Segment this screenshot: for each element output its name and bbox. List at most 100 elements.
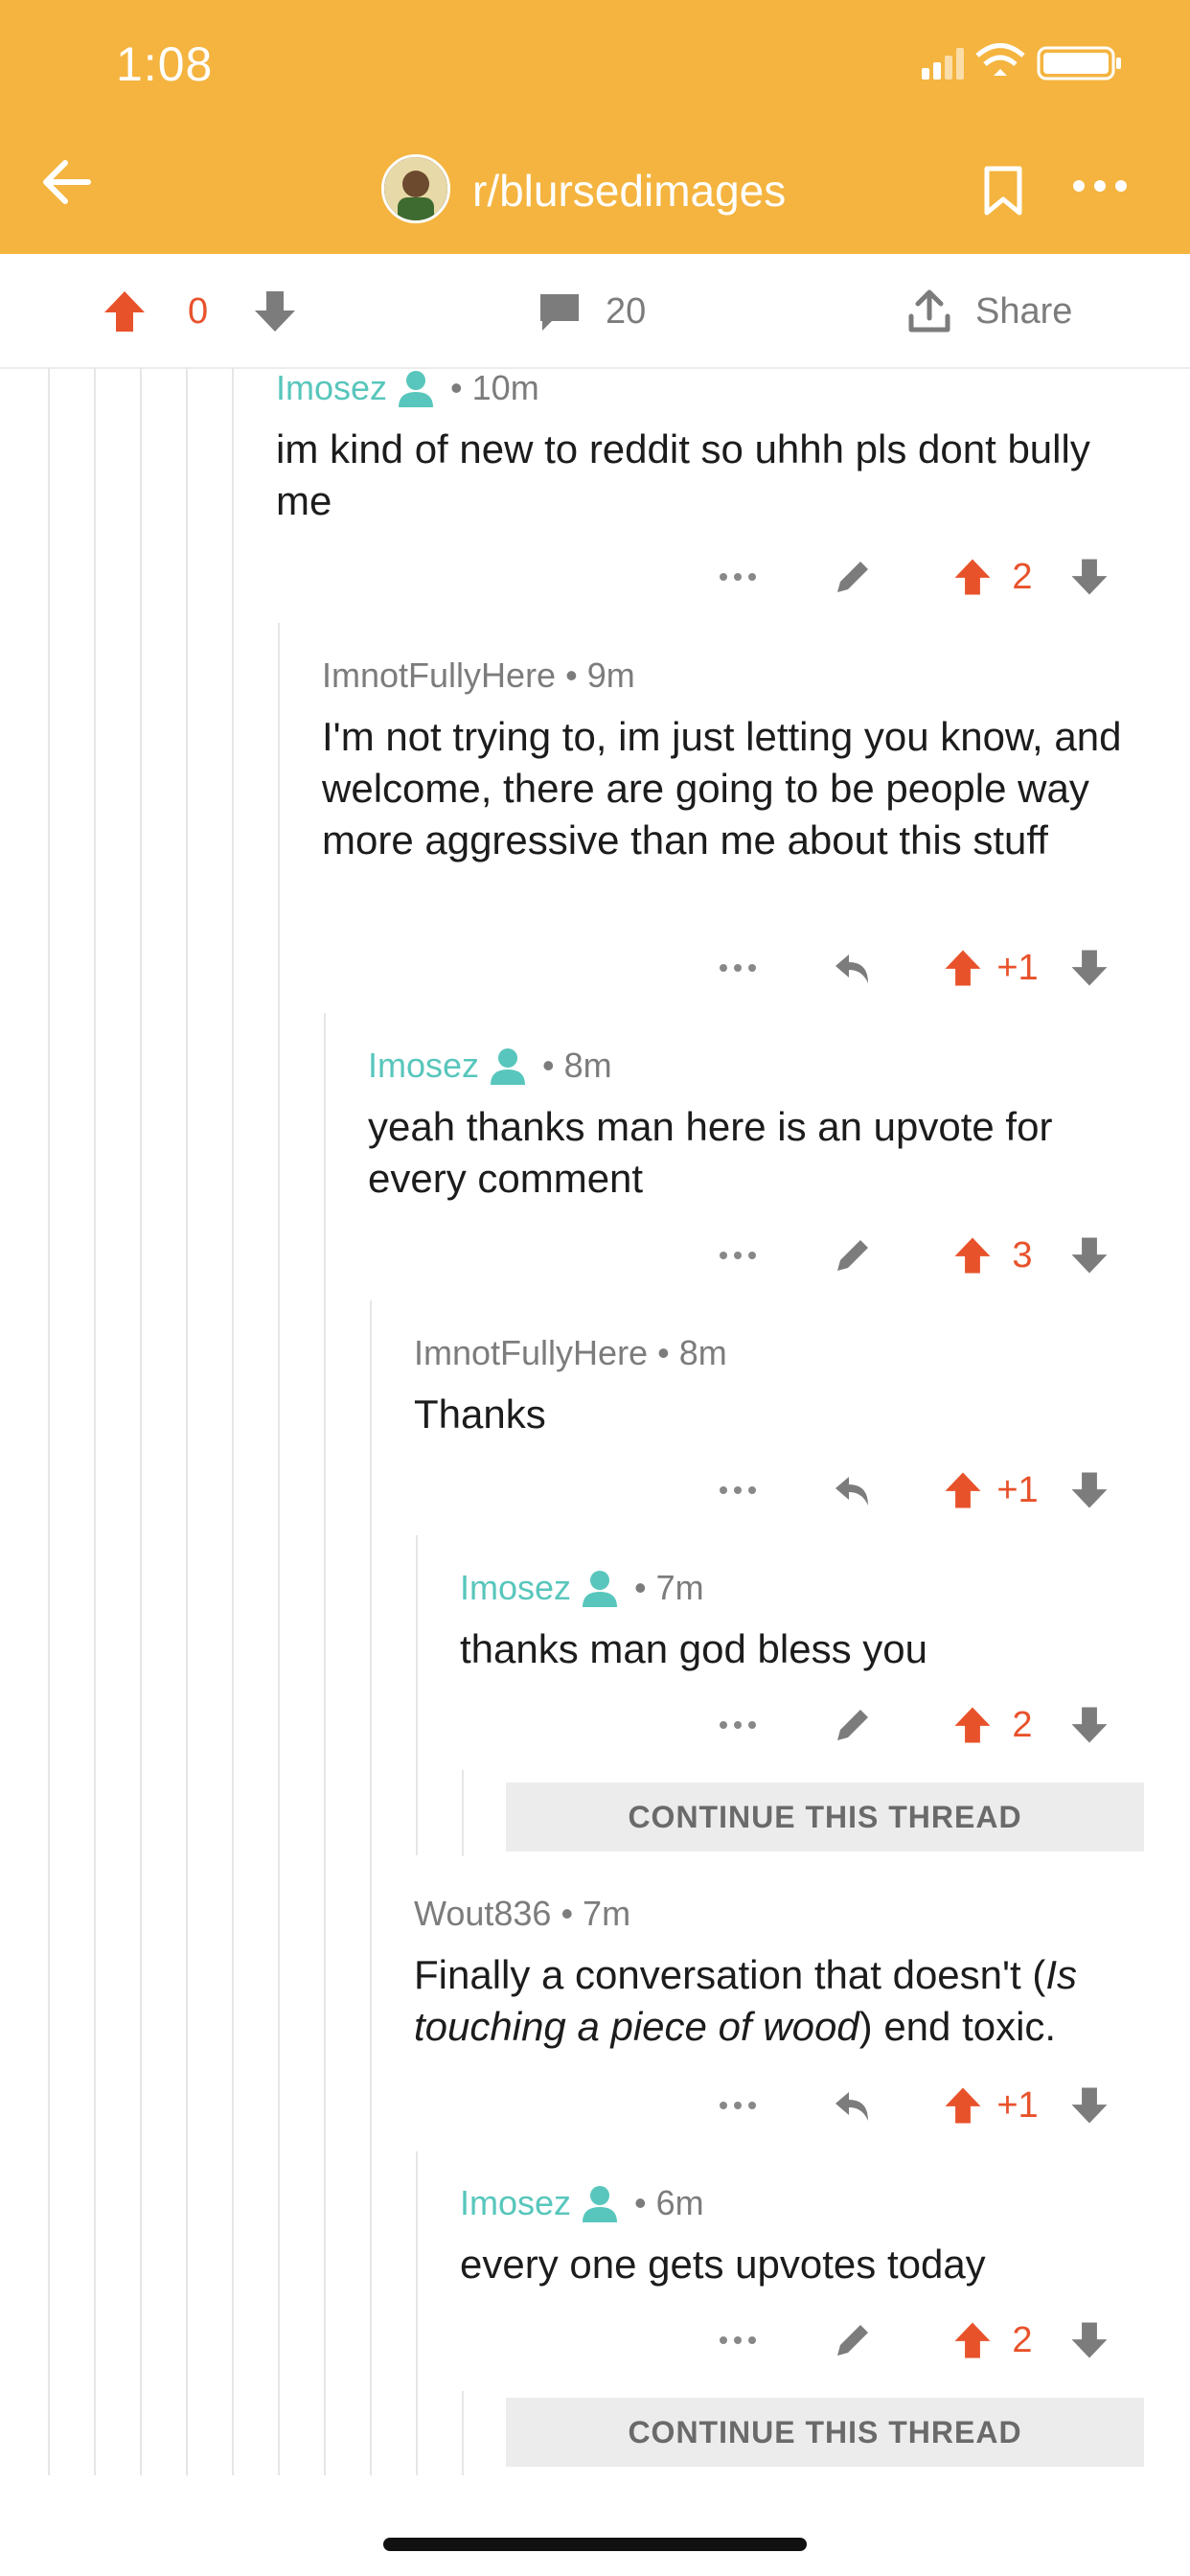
downvote-icon[interactable] xyxy=(1065,2312,1113,2369)
comment-count[interactable]: 20 xyxy=(606,283,646,340)
upvote-icon[interactable] xyxy=(939,2077,987,2134)
post-action-bar: 0 20 Share xyxy=(0,254,1190,369)
comment-score: 2 xyxy=(1012,2319,1033,2360)
back-arrow-icon[interactable] xyxy=(38,153,96,211)
comment-body: thanks man god bless you xyxy=(460,1626,927,1671)
comment-time: 7m xyxy=(655,1568,704,1607)
comment-author[interactable]: Imosez xyxy=(460,1568,571,1608)
comment-time: 7m xyxy=(583,1894,631,1933)
comment-meta: Wout836 • 7m xyxy=(414,1894,631,1934)
comment-body: yeah thanks man here is an upvote for ev… xyxy=(368,1104,1053,1201)
post-downvote-icon[interactable] xyxy=(251,283,299,340)
more-icon[interactable] xyxy=(709,548,767,606)
comment-actions: 2 xyxy=(709,1696,1131,1754)
comment-text: Finally a conversation that doesn't ( xyxy=(414,1952,1046,1997)
reply-icon[interactable] xyxy=(824,2077,881,2134)
more-icon[interactable] xyxy=(709,1227,767,1284)
status-icons xyxy=(922,43,1133,81)
comment-author[interactable]: Wout836 xyxy=(414,1894,551,1934)
more-icon[interactable] xyxy=(709,1696,767,1754)
thread-line[interactable] xyxy=(416,1535,418,1855)
share-icon[interactable] xyxy=(905,283,953,340)
comment-icon[interactable] xyxy=(537,283,583,340)
downvote-icon[interactable] xyxy=(1065,939,1113,997)
bookmark-icon[interactable] xyxy=(982,165,1024,217)
comment-body: every one gets upvotes today xyxy=(460,2242,986,2287)
comment-author[interactable]: ImnotFullyHere xyxy=(414,1333,648,1373)
comment-score: +1 xyxy=(996,947,1039,988)
thread-line[interactable] xyxy=(462,2391,464,2475)
comment-body: im kind of new to reddit so uhhh pls don… xyxy=(276,426,1090,523)
comment-time: 8m xyxy=(563,1046,612,1085)
downvote-icon[interactable] xyxy=(1065,548,1113,606)
edit-icon[interactable] xyxy=(824,548,881,606)
comment-author[interactable]: ImnotFullyHere xyxy=(322,656,556,696)
comment-actions: +1 xyxy=(709,1461,1131,1519)
comment-actions: 2 xyxy=(709,548,1131,606)
comment-time: 9m xyxy=(586,656,635,695)
upvote-icon[interactable] xyxy=(939,939,987,997)
downvote-icon[interactable] xyxy=(1065,2077,1113,2134)
comment-author[interactable]: Imosez xyxy=(460,2183,571,2223)
comment: Imosez • 10m im kind of new to reddit so… xyxy=(276,364,1138,527)
comment-meta: Imosez • 8m xyxy=(368,1046,612,1086)
upvote-icon[interactable] xyxy=(949,1227,996,1284)
comment: ImnotFullyHere • 8m Thanks xyxy=(414,1329,1142,1440)
comment-meta: Imosez • 7m xyxy=(460,1568,704,1608)
reply-icon[interactable] xyxy=(824,939,881,997)
downvote-icon[interactable] xyxy=(1065,1461,1113,1519)
more-icon[interactable] xyxy=(1071,178,1129,198)
more-icon[interactable] xyxy=(709,2077,767,2134)
upvote-icon[interactable] xyxy=(949,548,996,606)
edit-icon[interactable] xyxy=(824,1227,881,1284)
comment-time: 10m xyxy=(471,368,539,407)
comment: Imosez • 8m yeah thanks man here is an u… xyxy=(368,1042,1134,1205)
more-icon[interactable] xyxy=(709,1461,767,1519)
upvote-icon[interactable] xyxy=(939,1461,987,1519)
op-person-icon xyxy=(583,2186,618,2222)
share-button[interactable]: Share xyxy=(975,283,1072,340)
more-icon[interactable] xyxy=(709,2312,767,2369)
continue-thread-button[interactable]: CONTINUE THIS THREAD xyxy=(506,1782,1144,1852)
comment-actions: 2 xyxy=(709,2312,1131,2369)
thread-line[interactable] xyxy=(140,367,142,2475)
continue-thread-button[interactable]: CONTINUE THIS THREAD xyxy=(506,2398,1144,2467)
post-upvote-icon[interactable] xyxy=(101,283,149,340)
op-person-icon xyxy=(399,371,434,407)
thread-line[interactable] xyxy=(94,367,96,2475)
comment-score: +1 xyxy=(996,1469,1039,1510)
comment-score: +1 xyxy=(996,2084,1039,2126)
post-score: 0 xyxy=(188,290,209,332)
comment-text: ) end toxic. xyxy=(858,2004,1057,2049)
thread-line[interactable] xyxy=(48,367,50,2475)
upvote-icon[interactable] xyxy=(949,2312,996,2369)
comment-meta: ImnotFullyHere • 8m xyxy=(414,1333,727,1373)
comment-actions: 3 xyxy=(709,1227,1131,1284)
comment-time: 6m xyxy=(655,2183,704,2222)
edit-icon[interactable] xyxy=(824,2312,881,2369)
thread-line[interactable] xyxy=(462,1770,464,1856)
subreddit-name[interactable]: r/blursedimages xyxy=(472,165,786,217)
comment: Imosez • 6m every one gets upvotes today xyxy=(460,2179,1150,2290)
thread-line[interactable] xyxy=(186,367,188,2475)
thread-line[interactable] xyxy=(278,623,280,2475)
thread-line[interactable] xyxy=(324,1013,326,2475)
comment-score: 2 xyxy=(1012,556,1033,597)
comment: Imosez • 7m thanks man god bless you xyxy=(460,1564,1150,1675)
subreddit-avatar[interactable] xyxy=(381,154,450,223)
home-indicator[interactable] xyxy=(383,2538,807,2551)
more-icon[interactable] xyxy=(709,939,767,997)
downvote-icon[interactable] xyxy=(1065,1696,1113,1754)
comment-author[interactable]: Imosez xyxy=(276,368,387,408)
thread-line[interactable] xyxy=(232,367,234,2475)
reply-icon[interactable] xyxy=(824,1461,881,1519)
downvote-icon[interactable] xyxy=(1065,1227,1113,1284)
comment: Wout836 • 7m Finally a conversation that… xyxy=(414,1890,1161,2053)
upvote-icon[interactable] xyxy=(949,1696,996,1754)
comment-actions: +1 xyxy=(709,2077,1131,2134)
comment-author[interactable]: Imosez xyxy=(368,1046,479,1086)
comment-time: 8m xyxy=(678,1333,727,1372)
thread-line[interactable] xyxy=(416,2151,418,2475)
thread-line[interactable] xyxy=(370,1300,372,2475)
edit-icon[interactable] xyxy=(824,1696,881,1754)
